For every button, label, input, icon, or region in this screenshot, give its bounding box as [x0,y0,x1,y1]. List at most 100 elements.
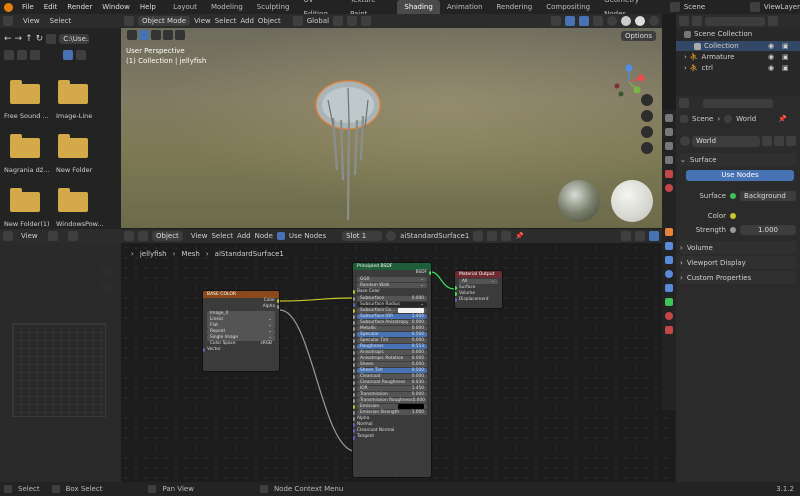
fb-menu-select[interactable]: Select [50,17,72,25]
socket[interactable] [353,410,355,415]
socket[interactable] [353,368,355,373]
image-browse-icon[interactable] [67,231,78,241]
socket[interactable] [353,350,355,355]
eye-icon[interactable]: ◉ [768,53,774,61]
duplicate-icon[interactable] [487,231,498,241]
texture-tab-icon[interactable] [665,326,673,334]
distribution-dropdown[interactable]: GGX ⌄ [357,276,427,283]
bsdf-input-row[interactable]: Sheen Tint 0.500 [353,367,427,374]
outliner-item[interactable]: ctrl [702,64,713,72]
fb-menu-view[interactable]: View [23,17,40,25]
folder-icon[interactable] [58,188,88,212]
filter-icon[interactable] [768,16,778,26]
socket[interactable] [277,299,279,304]
extension-dropdown[interactable]: Repeat ⌄ [207,329,275,335]
volume-panel-header[interactable]: › Volume [680,241,796,254]
overlay-toggle-icon[interactable] [579,16,589,26]
visibility-icon[interactable] [551,16,561,26]
3d-viewport[interactable]: User Perspective (1) Collection | jellyf… [121,28,662,228]
select-tool-icon[interactable] [127,30,137,40]
shading-material-icon[interactable] [635,16,645,26]
socket[interactable] [353,374,355,379]
socket[interactable] [353,338,355,343]
bsdf-input-row[interactable]: Metallic 0.000 [353,325,427,332]
gizmo-z-axis[interactable] [625,64,633,72]
settings-icon[interactable] [76,50,86,60]
viewport-display-panel-header[interactable]: › Viewport Display [680,256,796,269]
socket[interactable] [455,291,457,296]
menu-window[interactable]: Window [97,0,135,14]
bsdf-input-row[interactable]: Subsurface Anisotropy 0.000 [353,319,427,326]
projection-dropdown[interactable]: Flat ⌄ [207,323,275,329]
use-nodes-label[interactable]: Use Nodes [289,232,326,240]
vp-menu-view[interactable]: View [194,17,211,25]
bsdf-input-row[interactable]: Emission Strength 1.000 [353,409,427,416]
bsdf-input-row[interactable]: IOR 1.450 [353,385,427,392]
shading-solid-icon[interactable] [621,16,631,26]
socket[interactable] [353,429,355,434]
target-dropdown[interactable]: All ⌄ [459,278,498,284]
outliner-row[interactable]: Scene Collection [684,30,752,38]
node-header[interactable]: Principled BSDF [353,263,431,270]
scene-icon[interactable] [669,2,680,12]
menu-icon[interactable] [47,231,58,241]
strength-field[interactable]: 1.000 [740,224,796,235]
folder-name[interactable]: New Folder [56,166,112,174]
outliner-item[interactable]: Collection [704,42,739,50]
search-icon[interactable] [4,50,14,60]
transform-orientation-icon[interactable] [292,16,303,26]
socket[interactable] [353,344,355,349]
bsdf-input-row[interactable]: Subsurface Co... [353,307,427,314]
duplicate-icon[interactable] [774,136,784,146]
overlay-toggle-icon[interactable] [649,231,659,241]
camera-render-icon[interactable]: ▣ [782,53,789,61]
camera-render-icon[interactable]: ▣ [782,64,789,72]
tab-sculpting[interactable]: Sculpting [250,0,297,14]
forward-arrow-icon[interactable]: → [15,34,23,44]
folder-name[interactable]: Nagrania dź... [4,166,60,174]
world-name-field[interactable]: World [692,136,760,147]
select-mode-icon[interactable] [151,30,161,40]
snap-icon[interactable] [621,231,631,241]
socket[interactable] [353,289,355,294]
material-name[interactable]: aiStandardSurface1 [400,232,469,240]
pin-icon[interactable]: 📌 [515,232,524,240]
bsdf-input-row[interactable]: Transmission 0.000 [353,391,427,398]
ne-menu-select[interactable]: Select [211,232,233,240]
pin-icon[interactable]: 📌 [778,115,787,123]
socket[interactable] [353,320,355,325]
socket[interactable] [353,296,355,301]
socket[interactable] [353,308,355,313]
ne-menu-view[interactable]: View [191,232,208,240]
socket[interactable] [353,386,355,391]
back-arrow-icon[interactable]: ← [4,34,12,44]
image-editor[interactable]: View [0,229,121,482]
bsdf-input-row[interactable]: Specular Tint 0.000 [353,337,427,344]
custom-properties-panel-header[interactable]: › Custom Properties [680,271,796,284]
vp-menu-object[interactable]: Object [258,17,281,25]
breadcrumb-scene[interactable]: Scene [692,115,713,123]
socket[interactable] [353,404,355,409]
bsdf-input-row[interactable]: Specular 0.500 [353,331,427,338]
ne-menu-node[interactable]: Node [255,232,273,240]
interpolation-dropdown[interactable]: Linear ⌄ [207,317,275,323]
zoom-icon[interactable] [101,265,113,277]
socket[interactable] [353,314,355,319]
tab-layout[interactable]: Layout [166,0,204,14]
zoom-icon[interactable] [641,94,653,106]
image-canvas[interactable] [12,323,106,417]
bsdf-input-row[interactable]: Anisotropic Rotation 0.000 [353,355,427,362]
vp-menu-select[interactable]: Select [215,17,237,25]
new-folder-icon[interactable] [46,34,57,44]
material-browse-icon[interactable] [386,231,397,241]
bsdf-input-row[interactable]: Clearcoat 0.000 [353,373,427,380]
socket-icon[interactable] [730,226,736,233]
world-browse-icon[interactable] [680,136,690,146]
particles-tab-icon[interactable] [665,256,673,264]
color-swatch[interactable] [398,307,424,314]
color-space-dropdown[interactable]: Color Space sRGB [207,341,275,347]
view-layer-icon[interactable] [749,2,760,12]
surface-shader-dropdown[interactable]: Background [740,190,796,201]
snap-icon[interactable] [347,16,358,26]
object-tab-icon[interactable] [665,228,673,236]
